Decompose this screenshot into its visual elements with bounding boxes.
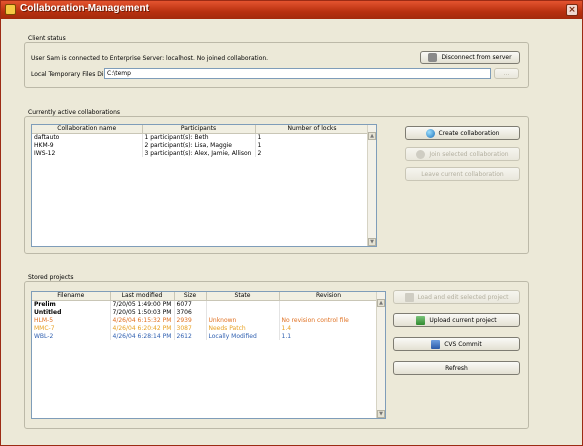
refresh-button[interactable]: Refresh (393, 361, 520, 375)
join-icon (416, 149, 426, 159)
scroll-up-icon[interactable]: ▲ (368, 132, 376, 140)
projects-scrollbar[interactable]: ▲ ▼ (376, 292, 385, 418)
table-cell: 4/26/04 6:20:42 PM (110, 324, 175, 332)
table-cell: 2 (255, 149, 370, 157)
table-row[interactable]: daftauto 1 participant(s): Beth 1 (32, 133, 370, 141)
cvs-commit-button[interactable]: CVS Commit (393, 337, 520, 351)
table-cell: Needs Patch (206, 324, 280, 332)
table-cell: MMC-7 (32, 324, 111, 332)
server-icon (428, 53, 438, 62)
table-cell: 2612 (174, 332, 207, 340)
create-collaboration-button[interactable]: Create collaboration (405, 126, 520, 140)
folder-icon (404, 292, 414, 302)
column-header[interactable]: Number of locks (255, 125, 370, 134)
column-header[interactable]: State (206, 292, 280, 301)
table-cell: 3 participant(s): Alex, Jamie, Allison (142, 149, 256, 157)
table-row[interactable]: HKM-9 2 participant(s): Lisa, Maggie 1 (32, 141, 370, 149)
table-cell: 4/26/04 6:15:32 PM (110, 316, 175, 324)
app-icon (5, 4, 16, 15)
join-collaboration-button[interactable]: Join selected collaboration (405, 147, 520, 161)
column-header[interactable]: Revision (279, 292, 379, 301)
table-row[interactable]: MMC-7 4/26/04 6:20:42 PM 3087 Needs Patch 1.… (32, 324, 379, 332)
scroll-down-icon[interactable]: ▼ (377, 410, 385, 418)
leave-collaboration-button[interactable]: Leave current collaboration (405, 167, 520, 181)
client-status-title: Client status (26, 35, 68, 42)
table-row[interactable]: Untitled 7/20/05 1:50:03 PM 3706 (32, 308, 379, 316)
table-cell: 7/20/05 1:49:00 PM (110, 300, 175, 308)
client-status-group: Client status (24, 35, 529, 88)
connection-status-text: User Sam is connected to Enterprise Serv… (31, 55, 269, 62)
globe-icon (425, 128, 435, 138)
table-cell: daftauto (32, 133, 143, 141)
table-cell: 1.4 (279, 324, 379, 332)
upload-project-button[interactable]: Upload current project (393, 313, 520, 327)
table-cell: No revision control file (279, 316, 379, 324)
table-cell: HKM-9 (32, 141, 143, 149)
collaborations-title: Currently active collaborations (26, 109, 123, 116)
cvs-icon (431, 339, 441, 349)
table-cell: 3706 (174, 308, 207, 316)
load-project-button[interactable]: Load and edit selected project (393, 290, 520, 304)
table-cell: 1 (255, 133, 370, 141)
table-cell (206, 308, 280, 316)
scroll-down-icon[interactable]: ▼ (368, 238, 376, 246)
table-cell: 1.1 (279, 332, 379, 340)
column-header[interactable]: Filename (32, 292, 111, 301)
collaboration-management-window: Collaboration-Management × Client status… (0, 0, 583, 446)
title-bar[interactable]: Collaboration-Management × (1, 1, 582, 19)
close-button[interactable]: × (566, 4, 578, 16)
table-cell: Prelim (32, 300, 111, 308)
collaborations-table[interactable]: Collaboration name Participants Number of … (31, 124, 377, 247)
disconnect-button[interactable]: Disconnect from server (420, 51, 520, 64)
upload-icon (416, 315, 426, 325)
table-cell (206, 300, 280, 308)
column-header[interactable]: Collaboration name (32, 125, 143, 134)
browse-button[interactable]: ... (494, 68, 519, 79)
table-cell: 2 participant(s): Lisa, Maggie (142, 141, 256, 149)
table-cell: Unknown (206, 316, 280, 324)
table-cell: IWS-12 (32, 149, 143, 157)
table-cell: 6077 (174, 300, 207, 308)
collaborations-scrollbar[interactable]: ▲ ▼ (367, 125, 376, 246)
table-cell: WBL-2 (32, 332, 111, 340)
table-cell: HLM-5 (32, 316, 111, 324)
table-row[interactable]: IWS-12 3 participant(s): Alex, Jamie, All… (32, 149, 370, 157)
table-cell: Untitled (32, 308, 111, 316)
scroll-up-icon[interactable]: ▲ (377, 299, 385, 307)
table-cell: 1 participant(s): Beth (142, 133, 256, 141)
column-header[interactable]: Size (174, 292, 207, 301)
table-cell: 1 (255, 141, 370, 149)
table-row[interactable]: Prelim 7/20/05 1:49:00 PM 6077 (32, 300, 379, 308)
table-cell: 3087 (174, 324, 207, 332)
table-cell (279, 308, 379, 316)
temp-dir-input[interactable]: C:\temp (104, 68, 491, 79)
stored-projects-title: Stored projects (26, 274, 76, 281)
window-title: Collaboration-Management (20, 3, 149, 14)
table-cell: Locally Modified (206, 332, 280, 340)
table-row[interactable]: HLM-5 4/26/04 6:15:32 PM 2939 Unknown No rev… (32, 316, 379, 324)
table-cell: 7/20/05 1:50:03 PM (110, 308, 175, 316)
projects-table[interactable]: Filename Last modified Size State Revision P… (31, 291, 386, 419)
table-cell: 2939 (174, 316, 207, 324)
column-header[interactable]: Last modified (110, 292, 175, 301)
column-header[interactable]: Participants (142, 125, 256, 134)
table-cell (279, 300, 379, 308)
table-row[interactable]: WBL-2 4/26/04 6:28:14 PM 2612 Locally Modif… (32, 332, 379, 340)
table-cell: 4/26/04 6:28:14 PM (110, 332, 175, 340)
